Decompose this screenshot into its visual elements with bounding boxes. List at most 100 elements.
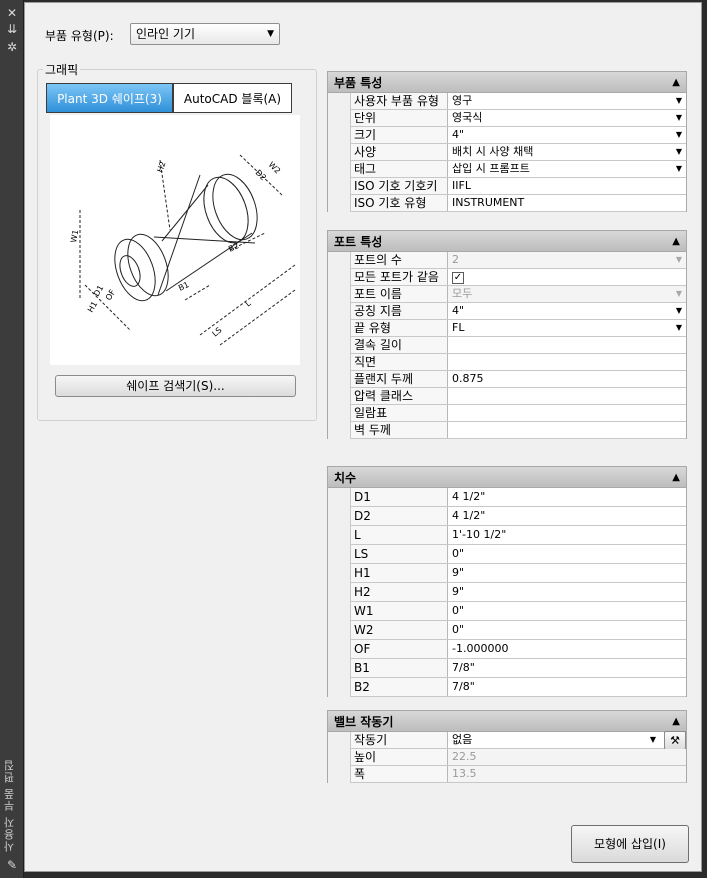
property-select: 모두 ▼ (448, 286, 686, 302)
property-value: 4" (452, 128, 465, 141)
property-value: IIFL (452, 179, 471, 192)
actuator-settings-button[interactable]: ⚒ (664, 731, 686, 750)
property-select[interactable]: 배치 시 사양 채택 ▼ (448, 144, 686, 160)
collapse-icon[interactable]: ▲ (672, 231, 680, 253)
tab-plant3d-shape[interactable]: Plant 3D 쉐이프(3) (46, 83, 173, 113)
section-title: 포트 특성 (334, 235, 383, 249)
property-value-field[interactable]: 0.875 (448, 371, 686, 387)
collapse-icon[interactable]: ▲ (672, 711, 680, 733)
dim-label-of: OF (104, 288, 117, 302)
valve-actuator-grid: 작동기 없음 ▼ ⚒ 높이 22.5 폭 13.5 (327, 731, 687, 783)
dim-label-d1: D1 (92, 284, 105, 298)
property-name: 포트 이름 (350, 286, 448, 302)
property-value-field[interactable]: 0" (448, 621, 686, 639)
chevron-down-icon: ▼ (675, 130, 682, 139)
close-icon[interactable]: ✕ (5, 6, 19, 20)
property-value-field[interactable]: 9" (448, 564, 686, 582)
property-value: 영국식 (452, 111, 483, 124)
property-value: -1.000000 (452, 642, 509, 655)
property-value: 0" (452, 623, 465, 636)
property-select[interactable]: 4" ▼ (448, 127, 686, 143)
property-name: 플랜지 두께 (350, 371, 448, 387)
property-value-field[interactable] (448, 422, 686, 438)
property-name: 모든 포트가 같음 (350, 269, 448, 285)
property-name: D1 (350, 488, 448, 506)
property-value-field[interactable]: 4 1/2" (448, 507, 686, 525)
dimensions-header[interactable]: 치수 ▲ (327, 466, 687, 488)
property-select[interactable]: FL ▼ (448, 320, 686, 336)
property-value-field[interactable]: 1'-10 1/2" (448, 526, 686, 544)
property-value-field[interactable]: 0" (448, 602, 686, 620)
valve-actuator-header[interactable]: 밸브 작동기 ▲ (327, 710, 687, 732)
property-row: 포트의 수 2 ▼ (350, 252, 686, 269)
property-name: W1 (350, 602, 448, 620)
inline-instrument-diagram: H2 W2 D2 B2 W1 D1 OF H1 B1 LS L (69, 154, 296, 346)
property-name: 결속 길이 (350, 337, 448, 353)
property-row: B2 7/8" (350, 678, 686, 697)
property-row: LS 0" (350, 545, 686, 564)
property-value-field[interactable]: -1.000000 (448, 640, 686, 658)
property-value: 9" (452, 566, 465, 579)
section-title: 부품 특성 (334, 76, 383, 90)
insert-into-model-button[interactable]: 모형에 삽입(I) (571, 825, 689, 863)
part-properties-header[interactable]: 부품 특성 ▲ (327, 71, 687, 93)
property-value-field[interactable] (448, 337, 686, 353)
property-row: 크기 4" ▼ (350, 127, 686, 144)
property-select[interactable]: 없음 ▼ ⚒ (448, 731, 686, 750)
dim-label-w2: W2 (267, 160, 283, 176)
property-value-field[interactable]: 7/8" (448, 678, 686, 696)
property-value: 0" (452, 547, 465, 560)
property-row: 공칭 지름 4" ▼ (350, 303, 686, 320)
shape-browser-button[interactable]: 쉐이프 검색기(S)... (55, 375, 296, 397)
properties-icon[interactable]: ✲ (5, 40, 19, 54)
property-row: 사양 배치 시 사양 채택 ▼ (350, 144, 686, 161)
edit-icon[interactable]: ✎ (5, 858, 19, 872)
property-select[interactable]: 영구 ▼ (448, 93, 686, 109)
property-value-field[interactable] (448, 354, 686, 370)
property-select: 2 ▼ (448, 252, 686, 268)
dim-label-ls: LS (211, 326, 224, 339)
property-value-field[interactable]: 9" (448, 583, 686, 601)
property-value: 2 (452, 253, 459, 266)
property-value: INSTRUMENT (452, 196, 525, 209)
property-value: 1'-10 1/2" (452, 528, 507, 541)
property-select[interactable]: 삽입 시 프롬프트 ▼ (448, 161, 686, 177)
property-name: H2 (350, 583, 448, 601)
property-value: 없음 (452, 733, 473, 746)
chevron-down-icon: ▼ (675, 289, 682, 298)
checkbox[interactable]: ✓ (452, 272, 464, 284)
property-select[interactable]: 4" ▼ (448, 303, 686, 319)
collapse-icon[interactable]: ▲ (672, 72, 680, 94)
property-value-field[interactable] (448, 388, 686, 404)
palette-title: 사용자 부품 편집 (3, 759, 16, 852)
property-name: W2 (350, 621, 448, 639)
property-value-field[interactable]: IIFL (448, 178, 686, 194)
dim-label-l: L (244, 298, 254, 308)
port-properties-header[interactable]: 포트 특성 ▲ (327, 230, 687, 252)
dim-label-h2: H2 (155, 160, 167, 174)
property-row: 단위 영국식 ▼ (350, 110, 686, 127)
part-type-value: 인라인 기기 (136, 27, 196, 41)
property-value-field[interactable]: INSTRUMENT (448, 195, 686, 211)
property-value-field[interactable] (448, 405, 686, 421)
autohide-icon[interactable]: ⇊ (5, 22, 19, 36)
property-checkbox-cell[interactable]: ✓ (448, 269, 686, 285)
property-row: 사용자 부품 유형 영구 ▼ (350, 93, 686, 110)
property-value-field[interactable]: 0" (448, 545, 686, 563)
property-value-field[interactable]: 7/8" (448, 659, 686, 677)
property-name: OF (350, 640, 448, 658)
window-edge (702, 0, 707, 878)
property-value-field[interactable]: 4 1/2" (448, 488, 686, 506)
property-name: 일람표 (350, 405, 448, 421)
collapse-icon[interactable]: ▲ (672, 467, 680, 489)
property-value: 4 1/2" (452, 509, 486, 522)
part-type-select[interactable]: 인라인 기기 ▼ (130, 23, 280, 45)
property-value: 0.875 (452, 372, 484, 385)
property-row: H1 9" (350, 564, 686, 583)
dim-label-h1: H1 (86, 300, 99, 314)
property-row: 태그 삽입 시 프롬프트 ▼ (350, 161, 686, 178)
tab-autocad-block[interactable]: AutoCAD 블록(A) (173, 83, 292, 113)
property-select[interactable]: 영국식 ▼ (448, 110, 686, 126)
property-row: D1 4 1/2" (350, 488, 686, 507)
custom-part-panel: 부품 유형(P): 인라인 기기 ▼ 그래픽 Plant 3D 쉐이프(3) A… (24, 2, 702, 872)
